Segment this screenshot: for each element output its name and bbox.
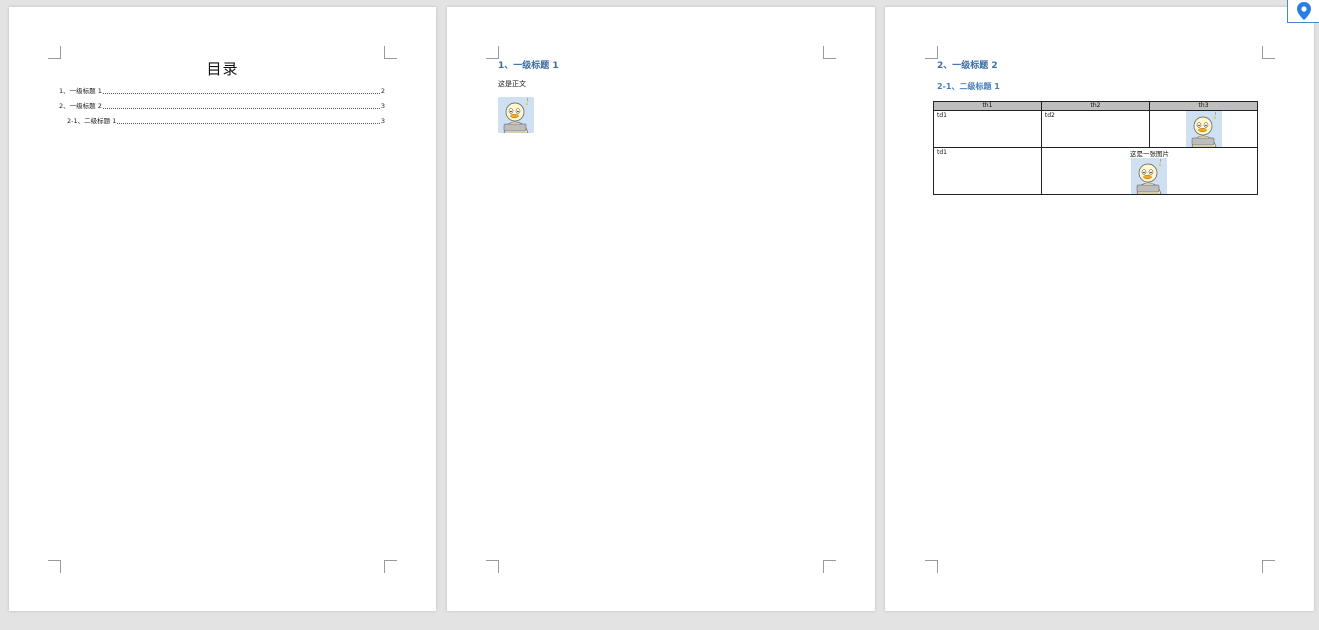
- table-cell[interactable]: td2: [1040, 110, 1151, 148]
- toc-leader: [117, 123, 380, 124]
- table-header-cell[interactable]: th3: [1149, 101, 1258, 111]
- heading-1: 2、一级标题 2: [937, 61, 998, 71]
- toc-leader: [102, 108, 380, 109]
- crop-mark: [1262, 46, 1275, 59]
- table-cell[interactable]: td1: [933, 110, 1042, 148]
- crop-mark: [1262, 560, 1275, 573]
- crop-mark: [823, 46, 836, 59]
- heading-1: 1、一级标题 1: [498, 61, 559, 71]
- crop-mark: [384, 560, 397, 573]
- table-cell[interactable]: td1: [933, 147, 1042, 195]
- toc-entry-label: 2-1、二级标题 1: [67, 117, 117, 125]
- toc-entry-page: 3: [380, 102, 385, 110]
- toc-entry-page: 2: [380, 87, 385, 95]
- location-pin-icon: [1297, 2, 1311, 20]
- table-header-cell[interactable]: th1: [933, 101, 1042, 111]
- body-paragraph: 这是正文: [498, 80, 526, 88]
- toc-entry[interactable]: 2-1、二级标题 1 3: [67, 117, 385, 126]
- toc-entry[interactable]: 1、一级标题 1 2: [59, 87, 385, 96]
- image-caption: 这是一张图片: [1129, 150, 1169, 158]
- heading-2: 2-1、二级标题 1: [937, 82, 1000, 91]
- document-page-2: 1、一级标题 1 这是正文: [447, 7, 875, 611]
- sticker-graphic: [1131, 158, 1168, 195]
- table-row: td1 td2: [933, 110, 1258, 148]
- document-page-3: 2、一级标题 2 2-1、二级标题 1 th1 th2 th3 td1 td2: [885, 7, 1314, 611]
- document-page-1: 目录 1、一级标题 1 2 2、一级标题 2 3 2-1、二级标题 1 3: [9, 7, 436, 611]
- data-table: th1 th2 th3 td1 td2 td1 这是一张图片: [933, 101, 1259, 195]
- table-header-row: th1 th2 th3: [933, 101, 1258, 111]
- table-cell-image[interactable]: [1149, 110, 1258, 148]
- table-header-cell[interactable]: th2: [1040, 101, 1151, 111]
- toc-leader: [102, 93, 380, 94]
- crop-mark: [823, 560, 836, 573]
- cartoon-duck-sticker-icon[interactable]: [1185, 111, 1222, 148]
- toc-entry-page: 3: [380, 117, 385, 125]
- table-cell-merged[interactable]: 这是一张图片: [1040, 147, 1259, 195]
- crop-mark: [48, 560, 61, 573]
- cartoon-duck-sticker-icon[interactable]: [498, 97, 534, 133]
- toc-title: 目录: [206, 60, 239, 78]
- toc-entry-label: 1、一级标题 1: [59, 87, 102, 95]
- sticker-graphic: [498, 97, 534, 133]
- crop-mark: [486, 560, 499, 573]
- table-row: td1 这是一张图片: [933, 147, 1259, 195]
- location-pin-button[interactable]: [1287, 0, 1319, 23]
- crop-mark: [925, 560, 938, 573]
- toc-entry-label: 2、一级标题 2: [59, 102, 102, 110]
- cartoon-duck-sticker-icon[interactable]: [1131, 158, 1168, 195]
- toc-entry[interactable]: 2、一级标题 2 3: [59, 102, 385, 111]
- sticker-graphic: [1185, 111, 1222, 148]
